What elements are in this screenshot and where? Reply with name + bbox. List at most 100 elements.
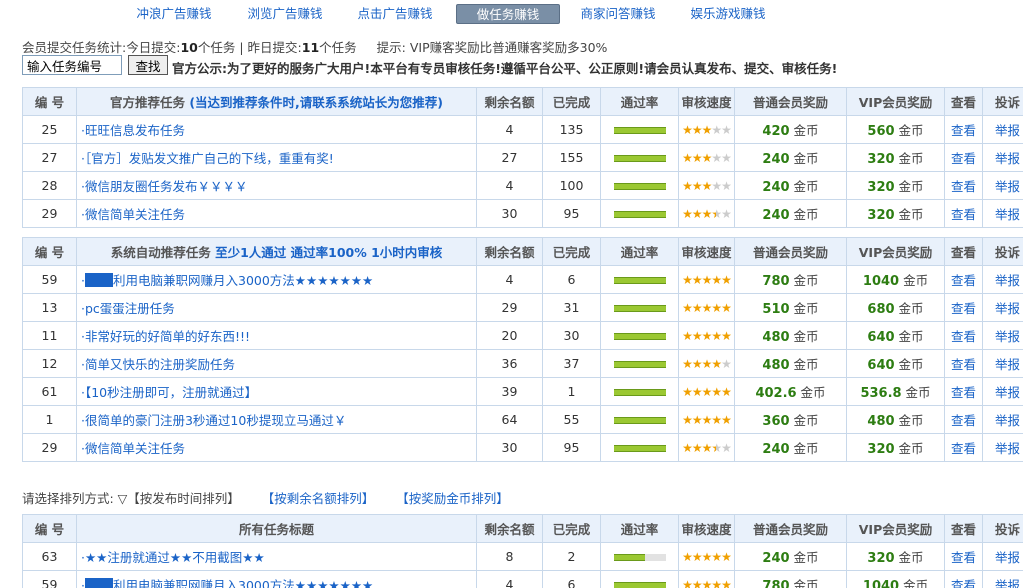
speed-stars: ★★★★★	[682, 550, 732, 564]
task-title-link[interactable]: ·旺旺信息发布任务	[76, 115, 477, 144]
speed-stars: ★★★★★	[682, 329, 732, 343]
view-link[interactable]: 查看	[944, 570, 983, 588]
task-normal-reward: 780 金币	[734, 570, 847, 588]
nav-item-6[interactable]: 娱乐游戏赚钱	[676, 4, 780, 24]
task-id: 59	[22, 570, 77, 588]
task-vip-reward: 320 金币	[846, 542, 945, 571]
table-row: 11 ·非常好玩的好简单的好东西!!! 20 30 ★★★★★ 480 金币 640 金币查…	[22, 321, 1023, 350]
view-link[interactable]: 查看	[944, 433, 983, 462]
task-pass-rate	[600, 265, 679, 294]
task-done: 6	[542, 570, 601, 588]
task-id: 63	[22, 542, 77, 571]
pass-rate-bar	[613, 554, 666, 561]
col-pass-rate: 通过率	[600, 87, 679, 116]
col-speed: 审核速度	[678, 514, 735, 543]
report-link[interactable]: 举报	[982, 321, 1023, 350]
sort-by-reward-link[interactable]: 【按奖励金币排列】	[396, 491, 509, 506]
report-link[interactable]: 举报	[982, 115, 1023, 144]
task-id: 1	[22, 405, 77, 434]
task-vip-reward: 536.8 金币	[846, 377, 945, 406]
speed-stars: ★★★★★	[682, 179, 732, 193]
pass-rate-bar	[613, 417, 666, 424]
pass-rate-bar	[613, 389, 666, 396]
sort-by-remaining-link[interactable]: 【按剩余名额排列】	[262, 491, 375, 506]
search-button[interactable]: 查找	[128, 55, 168, 75]
task-id: 12	[22, 349, 77, 378]
vip-tip-link[interactable]: VIP赚客奖励比普通赚客奖励多30%	[410, 40, 608, 55]
submission-stats: 会员提交任务统计:今日提交:10个任务 | 昨日提交:11个任务 提示: VIP…	[22, 40, 608, 55]
pass-rate-bar	[613, 277, 666, 284]
task-vip-reward: 320 金币	[846, 143, 945, 172]
sort-by-time[interactable]: 请选择排列方式: ▽【按发布时间排列】	[22, 491, 240, 506]
task-vip-reward: 640 金币	[846, 349, 945, 378]
task-title-link[interactable]: ·pc蛋蛋注册任务	[76, 293, 477, 322]
view-link[interactable]: 查看	[944, 405, 983, 434]
task-done: 55	[542, 405, 601, 434]
task-vip-reward: 680 金币	[846, 293, 945, 322]
nav-item-2[interactable]: 浏览广告赚钱	[233, 4, 337, 24]
task-normal-reward: 360 金币	[734, 405, 847, 434]
task-speed: ★★★★★	[678, 405, 735, 434]
nav-item-1[interactable]: 冲浪广告赚钱	[122, 4, 226, 24]
view-link[interactable]: 查看	[944, 321, 983, 350]
view-link[interactable]: 查看	[944, 349, 983, 378]
task-remaining: 64	[476, 405, 543, 434]
speed-stars: ★★★★★	[682, 385, 732, 399]
col-remaining: 剩余名额	[476, 87, 543, 116]
report-link[interactable]: 举报	[982, 143, 1023, 172]
nav-item-5[interactable]: 商家问答赚钱	[566, 4, 670, 24]
report-link[interactable]: 举报	[982, 405, 1023, 434]
nav-item-3[interactable]: 点击广告赚钱	[343, 4, 447, 24]
task-title-link[interactable]: ·很简单的豪门注册3秒通过10秒提现立马通过￥	[76, 405, 477, 434]
view-link[interactable]: 查看	[944, 293, 983, 322]
task-normal-reward: 240 金币	[734, 542, 847, 571]
col-title: 所有任务标题	[76, 514, 477, 543]
task-done: 100	[542, 171, 601, 200]
speed-stars: ★★★★★	[682, 273, 732, 287]
task-title-link[interactable]: ·简单又快乐的注册奖励任务	[76, 349, 477, 378]
task-title-link[interactable]: ·微信简单关注任务	[76, 199, 477, 228]
view-link[interactable]: 查看	[944, 377, 983, 406]
table-row: 63 ·★★注册就通过★★不用截图★★ 8 2 ★★★★★ 240 金币 320 金币 查看举…	[22, 542, 1023, 571]
speed-stars: ★★★★★	[682, 151, 732, 165]
view-link[interactable]: 查看	[944, 265, 983, 294]
task-title-link[interactable]: ·★★注册就通过★★不用截图★★	[76, 542, 477, 571]
task-done: 95	[542, 199, 601, 228]
task-remaining: 30	[476, 199, 543, 228]
report-link[interactable]: 举报	[982, 542, 1023, 571]
view-link[interactable]: 查看	[944, 143, 983, 172]
task-pass-rate	[600, 349, 679, 378]
task-title-link[interactable]: · 利用电脑兼职网赚月入3000方法★★★★★★★	[76, 265, 477, 294]
task-title-link[interactable]: ·［官方］发贴发文推广自己的下线，重重有奖!	[76, 143, 477, 172]
col-done: 已完成	[542, 237, 601, 266]
task-normal-reward: 780 金币	[734, 265, 847, 294]
view-link[interactable]: 查看	[944, 199, 983, 228]
nav-item-4[interactable]: 做任务赚钱	[456, 4, 560, 24]
view-link[interactable]: 查看	[944, 115, 983, 144]
today-count: 10	[180, 40, 198, 55]
report-link[interactable]: 举报	[982, 265, 1023, 294]
section-hint: 至少1人通过 通过率100% 1小时内审核	[215, 245, 443, 260]
task-pass-rate	[600, 377, 679, 406]
view-link[interactable]: 查看	[944, 542, 983, 571]
task-speed: ★★★★★	[678, 199, 735, 228]
report-link[interactable]: 举报	[982, 293, 1023, 322]
report-link[interactable]: 举报	[982, 570, 1023, 588]
table-row: 59 · 利用电脑兼职网赚月入3000方法★★★★★★★ 4 6 ★★★★★ 780 金币 1…	[22, 265, 1023, 294]
task-title-link[interactable]: · 利用电脑兼职网赚月入3000方法★★★★★★★	[76, 570, 477, 588]
task-title-link[interactable]: ·【10秒注册即可，注册就通过】	[76, 377, 477, 406]
report-link[interactable]: 举报	[982, 377, 1023, 406]
task-title-link[interactable]: ·微信简单关注任务	[76, 433, 477, 462]
speed-stars: ★★★★★	[682, 123, 732, 137]
report-link[interactable]: 举报	[982, 199, 1023, 228]
col-report: 投诉	[982, 237, 1023, 266]
view-link[interactable]: 查看	[944, 171, 983, 200]
task-title-link[interactable]: ·非常好玩的好简单的好东西!!!	[76, 321, 477, 350]
task-id: 11	[22, 321, 77, 350]
report-link[interactable]: 举报	[982, 433, 1023, 462]
report-link[interactable]: 举报	[982, 349, 1023, 378]
table-row: 1 ·很简单的豪门注册3秒通过10秒提现立马通过￥ 64 55 ★★★★★ 360 金币 4…	[22, 405, 1023, 434]
report-link[interactable]: 举报	[982, 171, 1023, 200]
task-id-input[interactable]	[22, 55, 122, 75]
task-title-link[interactable]: ·微信朋友圈任务发布￥￥￥￥	[76, 171, 477, 200]
